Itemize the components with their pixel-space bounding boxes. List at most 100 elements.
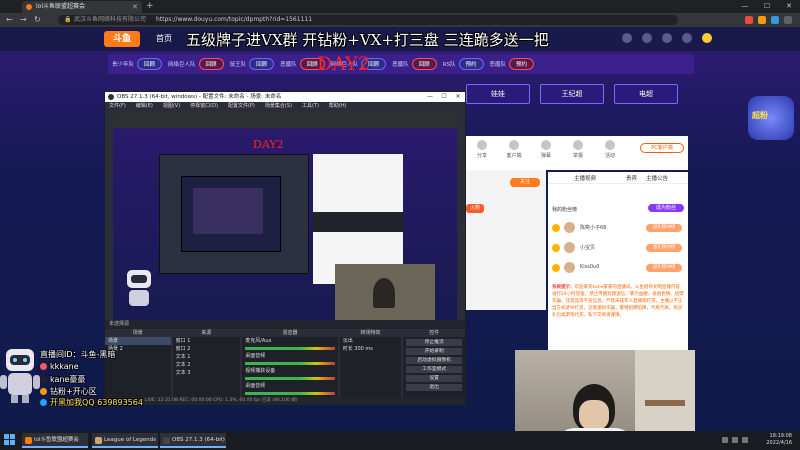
location-icon[interactable] [682,33,692,43]
extension-icon[interactable] [771,16,779,24]
reload-icon[interactable]: ↻ [34,15,41,25]
source-status-bar: 未选择源 [105,320,465,329]
day-overlay: DAY2 [317,53,370,75]
stream-title-overlay: 五级牌子进VX群 开钻粉+VX+打三盘 三连跪多送一把 [186,31,549,49]
source-item[interactable]: 文本 2 [173,361,241,369]
windows-start-icon[interactable] [4,434,16,446]
tab-announcement[interactable]: 主播公告 [646,174,668,182]
obs-maximize-icon[interactable]: ☐ [437,92,451,102]
review-button[interactable]: 预约 [458,58,484,70]
team-block[interactable]: 王纪超 [540,84,604,104]
user-avatar[interactable] [702,33,712,43]
obs-control-button[interactable]: 设置 [406,375,462,382]
review-button[interactable]: 回顾 [411,58,437,70]
history-icon[interactable] [622,33,632,43]
obs-close-icon[interactable]: ✕ [451,92,465,102]
duration-row: 时长 300 ms [340,345,402,353]
ime-icon[interactable] [742,437,748,443]
review-button[interactable]: 回顾 [137,58,163,70]
team-block[interactable]: 娃娃 [466,84,530,104]
rank-row[interactable]: 小宝贝 送礼物冲榜 [552,240,684,256]
gift-item[interactable]: 弹幕 [536,140,556,159]
maximize-icon[interactable]: ☐ [756,0,778,13]
taskbar-app[interactable]: lol斗鱼联盟超赛会 [22,433,88,448]
source-item[interactable]: 文本 1 [173,353,241,361]
obs-menu-item[interactable]: 场景集合(S) [265,102,292,111]
browser-tab-active[interactable]: lol斗鱼联盟超赛会 ✕ [22,1,142,13]
team-name: 网络巨人队 [168,62,196,68]
pc-client-button[interactable]: PC客户端 [640,143,684,153]
volume-meter[interactable] [245,392,335,395]
rank-gift-button[interactable]: 送礼物冲榜 [646,244,682,252]
transition-select[interactable]: 淡出 [340,337,402,345]
event-mascot[interactable]: 超粉 [748,96,794,140]
source-item[interactable]: 窗口 1 [173,337,241,345]
extension-icon[interactable] [758,16,766,24]
extension-icon[interactable] [745,16,753,24]
obs-control-button[interactable]: 开始录制 [406,348,462,355]
gift-item[interactable]: 举报 [568,140,588,159]
obs-minimize-icon[interactable]: — [423,92,437,102]
overlay-line: 钻粉+开心区 [40,386,97,397]
volume-meter[interactable] [245,347,335,350]
obs-control-button[interactable]: 工作室模式 [406,366,462,373]
minimize-icon[interactable]: — [734,0,756,13]
taskbar-app[interactable]: League of Legends [92,433,158,448]
back-icon[interactable]: ← [6,15,13,25]
review-button[interactable]: 回顾 [198,58,224,70]
volume-icon[interactable] [732,437,738,443]
new-tab-icon[interactable]: + [146,1,154,12]
rank-gift-button[interactable]: 送礼物冲榜 [646,224,682,232]
preview-webcam [335,264,435,320]
obs-menu-item[interactable]: 工具(T) [302,102,319,111]
close-window-icon[interactable]: ✕ [778,0,800,13]
follow-button[interactable]: 关注 [510,178,540,187]
review-button[interactable]: 回顾 [249,58,275,70]
rank-row[interactable]: Kiss0u0 送礼物冲榜 [552,260,684,276]
address-bar[interactable]: 🔒 武汉斗鱼网络科技有限公司 https://www.douyu.com/top… [58,15,678,25]
preview-canvas: DAY2 [113,114,457,320]
douyu-logo[interactable]: 斗鱼 [104,31,140,47]
taskbar-app[interactable]: OBS 27.1.3 (64-bit) [160,433,226,448]
tab-anchor-video[interactable]: 主播视频 [574,174,596,182]
menu-icon[interactable] [784,16,792,24]
gift-item[interactable]: 客户端 [504,140,524,159]
tab-vip[interactable]: 贵宾 [626,174,637,182]
rank-gift-button[interactable]: 送礼物冲榜 [646,264,682,272]
obs-menu-item[interactable]: 帮助(H) [329,102,347,111]
close-tab-icon[interactable]: ✕ [132,1,138,13]
obs-menu-item[interactable]: 视图(V) [163,102,180,111]
obs-control-button[interactable]: 退出 [406,384,462,391]
taskbar-clock[interactable]: 18:19:08 2022/4/16 [766,433,792,447]
forward-icon[interactable]: → [20,15,27,25]
rocket-button[interactable]: 火箭 [466,204,484,213]
obs-menu-item[interactable]: 文件(F) [109,102,126,111]
duration-input[interactable]: 300 ms [354,346,373,352]
obs-menu-item[interactable]: 停靠窗口(D) [190,102,218,111]
obs-window: OBS 27.1.3 (64-bit, windows) - 配置文件: 未命名… [104,91,466,405]
gift-item[interactable]: 活动 [600,140,620,159]
gift-item[interactable]: 分享 [472,140,492,159]
review-button[interactable]: 预约 [509,58,535,70]
obs-control-button[interactable]: 启动虚拟摄像机 [406,357,462,364]
obs-menu-item[interactable]: 配置文件(P) [228,102,255,111]
obs-preview[interactable]: DAY2 [113,114,457,320]
become-fan-button[interactable]: 成为粉丝 [648,204,684,212]
duration-label: 时长 [342,346,353,352]
follow-icon[interactable] [642,33,652,43]
team-block[interactable]: 电超 [614,84,678,104]
nav-home-link[interactable]: 首页 [156,33,172,44]
network-icon[interactable] [722,437,728,443]
source-item[interactable]: 窗口 2 [173,345,241,353]
source-item[interactable]: 文本 3 [173,369,241,377]
rank-row[interactable]: 陈奕小子68 送礼物冲榜 [552,220,684,236]
download-icon[interactable] [662,33,672,43]
obs-titlebar[interactable]: OBS 27.1.3 (64-bit, windows) - 配置文件: 未命名… [105,92,465,102]
avatar [564,222,575,233]
scene-item[interactable]: 场景 [105,337,171,345]
volume-meter[interactable] [245,377,335,380]
volume-meter[interactable] [245,362,335,365]
avatar [564,262,575,273]
obs-menu-item[interactable]: 编辑(E) [136,102,153,111]
obs-control-button[interactable]: 停止推流 [406,339,462,346]
